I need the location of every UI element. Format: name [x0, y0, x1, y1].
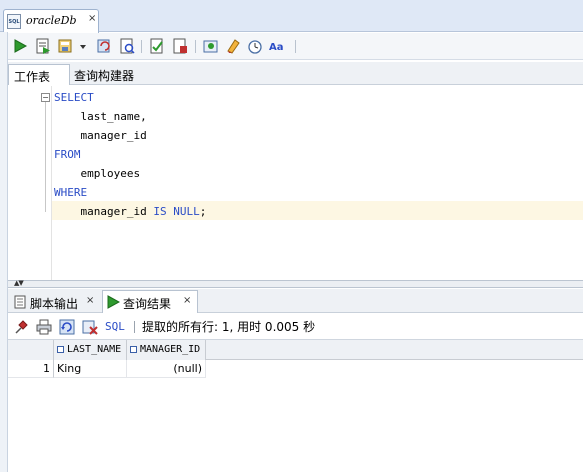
code-line-6: WHERE	[54, 186, 88, 199]
column-header-manager-id[interactable]: MANAGER_ID	[127, 340, 206, 360]
explain-plan-icon[interactable]	[119, 38, 135, 54]
tab-script-output[interactable]: 脚本输出 ×	[12, 291, 104, 312]
column-type-icon	[130, 346, 137, 353]
column-type-icon	[57, 346, 64, 353]
result-toolbar: SQL 提取的所有行: 1, 用时 0.005 秒	[8, 314, 583, 338]
tab-worksheet[interactable]: 工作表	[8, 64, 70, 85]
code-keyword-is-null: IS NULL	[153, 205, 200, 218]
pin-icon[interactable]	[13, 319, 29, 335]
tab-worksheet-label: 工作表	[14, 70, 51, 84]
print-icon[interactable]	[36, 319, 52, 335]
fold-collapse-icon[interactable]: −	[41, 93, 50, 102]
toolbar-separator	[141, 40, 142, 53]
toolbar-separator	[295, 40, 296, 53]
row-number: 1	[8, 360, 54, 378]
run-script-icon[interactable]	[35, 38, 51, 54]
left-window-edge	[0, 32, 8, 472]
worksheet-toolbar: Aa	[8, 33, 583, 60]
refresh-icon[interactable]	[59, 319, 75, 335]
delete-rows-icon[interactable]	[82, 319, 98, 335]
code-line-7: manager_id IS NULL;	[54, 205, 207, 218]
script-output-icon	[14, 295, 27, 309]
code-column: manager_id	[80, 205, 147, 218]
rollback-icon[interactable]	[96, 38, 112, 54]
close-tab-icon[interactable]: ×	[88, 13, 96, 24]
tab-query-builder[interactable]: 查询构建器	[74, 67, 134, 84]
unshared-sql-icon[interactable]	[203, 38, 219, 54]
code-line-2: last_name,	[54, 110, 147, 123]
tab-query-result[interactable]: 查询结果 ×	[102, 290, 198, 313]
column-header-label: MANAGER_ID	[140, 344, 201, 355]
document-tab-oracledb[interactable]: SQL oracleDb ×	[3, 9, 99, 33]
clear-icon[interactable]	[225, 38, 241, 54]
code-line-4: FROM	[54, 148, 81, 161]
result-toolbar-separator	[134, 321, 135, 333]
format-icon[interactable]: Aa	[269, 38, 285, 54]
pane-splitter[interactable]: ▲▼	[8, 279, 583, 288]
cell-manager-id[interactable]: (null)	[127, 360, 206, 378]
close-script-output-icon[interactable]: ×	[86, 295, 94, 306]
tab-script-output-label: 脚本输出	[30, 297, 79, 311]
svg-text:Aa: Aa	[269, 42, 284, 53]
code-line-5: employees	[54, 167, 141, 180]
row-number-header	[8, 340, 54, 360]
editor-subtabs: 工作表 查询构建器	[8, 62, 583, 85]
commit-icon[interactable]	[58, 38, 74, 54]
sql-link[interactable]: SQL	[105, 320, 125, 333]
output-tabs: 脚本输出 × 查询结果 ×	[8, 289, 583, 313]
sql-worksheet-icon: SQL	[7, 14, 21, 29]
dropdown-arrow-icon[interactable]	[79, 38, 87, 54]
sql-tuning-icon[interactable]	[172, 38, 188, 54]
tab-query-result-label: 查询结果	[123, 297, 172, 311]
splitter-arrows-icon[interactable]: ▲▼	[14, 279, 24, 287]
run-statement-icon[interactable]	[12, 38, 28, 54]
code-line-3: manager_id	[54, 129, 147, 142]
fetch-status-text: 提取的所有行: 1, 用时 0.005 秒	[142, 320, 316, 334]
cell-last-name[interactable]: King	[54, 360, 127, 378]
close-query-result-icon[interactable]: ×	[183, 295, 191, 306]
code-line-1: SELECT	[54, 91, 94, 104]
document-tab-title: oracleDb	[26, 14, 77, 27]
history-icon[interactable]	[247, 38, 263, 54]
run-query-result-icon	[107, 295, 121, 309]
code-semicolon: ;	[199, 205, 207, 218]
column-header-last-name[interactable]: LAST_NAME	[54, 340, 127, 360]
column-header-label: LAST_NAME	[67, 344, 122, 355]
fold-guide-line	[45, 102, 46, 212]
toolbar-separator	[195, 40, 196, 53]
autotrace-icon[interactable]	[149, 38, 165, 54]
